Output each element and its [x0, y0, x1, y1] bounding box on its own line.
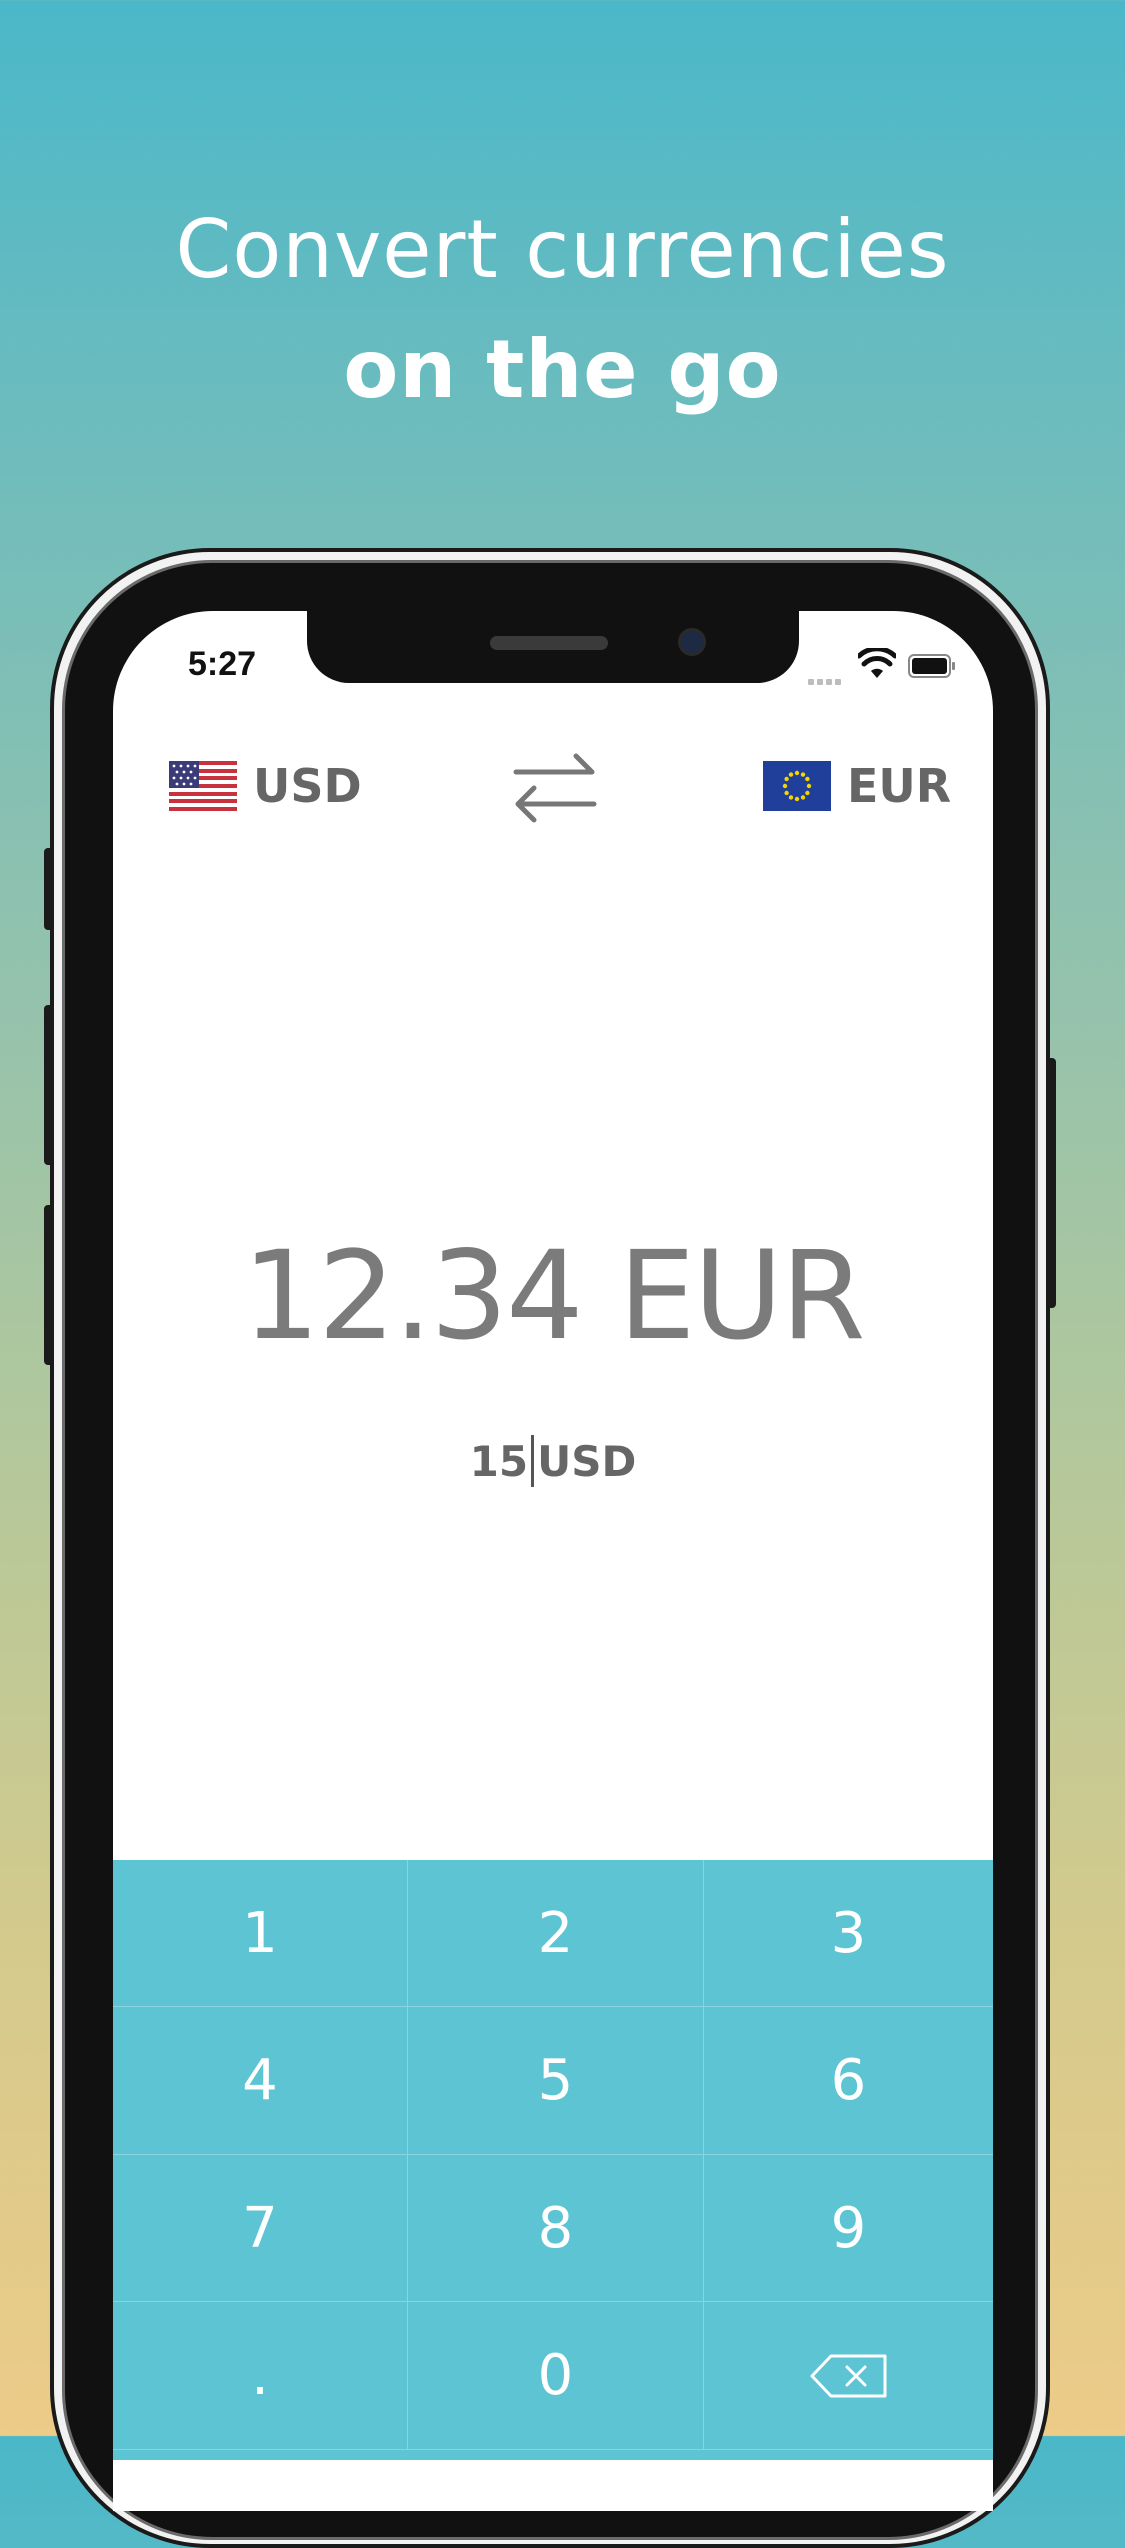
key-backspace[interactable]	[704, 2302, 993, 2450]
backspace-icon	[810, 2354, 886, 2397]
volume-up-button	[44, 1005, 54, 1165]
swap-arrows-icon[interactable]	[510, 750, 600, 826]
key-3[interactable]: 3	[704, 1860, 993, 2007]
text-cursor	[531, 1434, 535, 1487]
speaker-grille	[490, 636, 608, 650]
key-decimal[interactable]: .	[113, 2302, 408, 2450]
power-button	[1046, 1058, 1056, 1308]
input-currency-code: USD	[537, 1437, 637, 1486]
key-9[interactable]: 9	[704, 2155, 993, 2302]
numeric-keypad: 1 2 3 4 5 6 7 8 9 . 0	[113, 1860, 993, 2460]
us-flag-icon	[169, 761, 237, 811]
to-currency-code: EUR	[847, 759, 952, 813]
headline-line-1: Convert currencies	[175, 203, 950, 296]
input-amount-value: 15	[469, 1437, 529, 1486]
status-time: 5:27	[188, 645, 257, 683]
promo-headline: Convert currencies on the go	[0, 190, 1125, 430]
to-currency-selector[interactable]: EUR	[763, 758, 951, 814]
converted-amount: 12.34 EUR	[242, 1225, 865, 1367]
key-8[interactable]: 8	[408, 2155, 704, 2302]
input-amount-display[interactable]: 15 USD	[113, 1434, 993, 1491]
key-4[interactable]: 4	[113, 2007, 408, 2155]
volume-down-button	[44, 1205, 54, 1365]
mute-switch	[44, 848, 54, 930]
key-7[interactable]: 7	[113, 2155, 408, 2302]
from-currency-code: USD	[253, 759, 362, 813]
key-1[interactable]: 1	[113, 1860, 408, 2007]
front-camera	[678, 628, 706, 656]
key-0[interactable]: 0	[408, 2302, 704, 2450]
from-currency-selector[interactable]: USD	[169, 758, 362, 814]
signal-icon	[808, 672, 844, 690]
eu-flag-icon	[763, 761, 831, 811]
key-6[interactable]: 6	[704, 2007, 993, 2155]
key-2[interactable]: 2	[408, 1860, 704, 2007]
battery-icon	[908, 654, 955, 678]
headline-line-2: on the go	[343, 323, 782, 416]
key-5[interactable]: 5	[408, 2007, 704, 2155]
wifi-icon	[858, 648, 896, 678]
